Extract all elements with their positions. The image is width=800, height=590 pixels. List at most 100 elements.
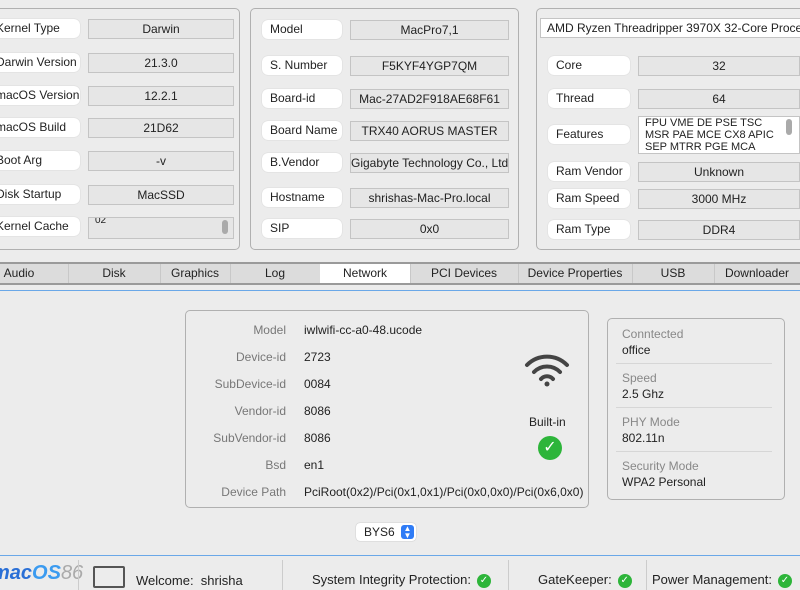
builtin-check-icon: ✓ xyxy=(538,436,562,460)
board-value: 0x0 xyxy=(350,219,509,239)
network-field-label: Device Path xyxy=(221,485,286,499)
system-value: -v xyxy=(88,151,234,171)
system-value: 21D62 xyxy=(88,118,234,138)
welcome-text: Welcome: shrisha xyxy=(136,573,243,588)
system-value: MacSSD xyxy=(88,185,234,205)
system-value: 02 xyxy=(88,217,234,239)
board-label: Hostname xyxy=(262,188,342,207)
welcome-label: Welcome: xyxy=(136,573,194,588)
cpu-label: Ram Type xyxy=(548,220,630,239)
network-field-value: 2723 xyxy=(304,350,331,364)
separator xyxy=(78,560,79,590)
scrollbar-thumb[interactable] xyxy=(786,119,792,135)
builtin-label: Built-in xyxy=(529,415,566,429)
system-label: Kernel Type xyxy=(0,19,80,38)
tab-usb[interactable]: USB xyxy=(632,264,715,283)
info-value: office xyxy=(622,343,651,357)
power-check-icon: ✓ xyxy=(777,573,792,588)
tab-disk[interactable]: Disk xyxy=(68,264,161,283)
board-label: SIP xyxy=(262,219,342,238)
laptop-icon xyxy=(93,566,125,588)
app-logo: macOS86 xyxy=(0,562,84,584)
system-label: macOS Build xyxy=(0,118,80,137)
board-label: Model xyxy=(262,20,342,39)
network-field-label: Vendor-id xyxy=(234,404,286,418)
tab-pci-devices[interactable]: PCI Devices xyxy=(410,264,519,283)
interface-selector[interactable]: BYS6 ▲ ▼ xyxy=(356,523,416,541)
separator xyxy=(646,560,647,590)
gatekeeper-check-icon: ✓ xyxy=(617,573,632,588)
tab-log[interactable]: Log xyxy=(230,264,321,283)
info-value: WPA2 Personal xyxy=(622,475,706,489)
network-field-label: Device-id xyxy=(235,350,286,364)
info-value: 2.5 Ghz xyxy=(622,387,665,401)
cpu-label: Thread xyxy=(548,89,630,108)
network-panel: Built-in ✓ Model iwlwifi-cc-a0-48.ucode De… xyxy=(185,310,589,508)
board-value: Mac-27AD2F918AE68F61 xyxy=(350,89,509,109)
info-value: 802.11n xyxy=(622,431,665,445)
info-label: Conntected xyxy=(622,327,684,341)
network-field-value: 0084 xyxy=(304,377,331,391)
board-value: F5KYF4YGP7QM xyxy=(350,56,509,76)
board-value: shrishas-Mac-Pro.local xyxy=(350,188,509,208)
network-field-value: 8086 xyxy=(304,404,331,418)
network-field-value: 8086 xyxy=(304,431,331,445)
board-value: Gigabyte Technology Co., Ltd. xyxy=(350,153,509,173)
cpu-value: Unknown xyxy=(638,162,800,182)
cpu-name: AMD Ryzen Threadripper 3970X 32-Core Pro… xyxy=(540,18,800,38)
wifi-icon xyxy=(524,351,570,390)
sip-check-icon: ✓ xyxy=(476,573,491,588)
tab-downloader[interactable]: Downloader xyxy=(714,264,800,283)
network-field-value: PciRoot(0x2)/Pci(0x1,0x1)/Pci(0x0,0x0)/P… xyxy=(304,485,584,499)
board-value: TRX40 AORUS MASTER xyxy=(350,121,509,141)
cpu-value: FPU VME DE PSE TSC MSR PAE MCE CX8 APIC … xyxy=(638,116,800,154)
system-value: 12.2.1 xyxy=(88,86,234,106)
cpu-label: Ram Speed xyxy=(548,189,630,208)
cpu-label: Ram Vendor xyxy=(548,162,630,181)
tab-network[interactable]: Network xyxy=(320,264,411,283)
user-name: shrisha xyxy=(200,573,243,588)
network-field-label: Model xyxy=(253,323,286,337)
cpu-value: DDR4 xyxy=(638,220,800,240)
system-label: Boot Arg xyxy=(0,151,80,170)
info-label: PHY Mode xyxy=(622,415,680,429)
divider xyxy=(616,363,772,364)
info-label: Speed xyxy=(622,371,657,385)
cpu-label: Core xyxy=(548,56,630,75)
info-label: Security Mode xyxy=(622,459,699,473)
board-value: MacPro7,1 xyxy=(350,20,509,40)
gatekeeper-status: GateKeeper: ✓ xyxy=(538,572,632,588)
system-label: Kernel Cache xyxy=(0,217,80,236)
board-label: Board-id xyxy=(262,89,342,108)
power-management-status: Power Management: ✓ xyxy=(652,572,792,588)
system-label: Darwin Version xyxy=(0,53,80,72)
cpu-value: 32 xyxy=(638,56,800,76)
cpu-value: 3000 MHz xyxy=(638,189,800,209)
power-label: Power Management: xyxy=(652,572,772,587)
divider xyxy=(616,451,772,452)
divider xyxy=(616,407,772,408)
network-field-label: SubVendor-id xyxy=(213,431,286,445)
connection-info-panel: Conntected office Speed 2.5 Ghz PHY Mode 802.… xyxy=(607,318,785,500)
cpu-value: 64 xyxy=(638,89,800,109)
separator xyxy=(282,560,283,590)
sip-status: System Integrity Protection: ✓ xyxy=(312,572,491,588)
status-bar-divider xyxy=(0,555,800,556)
sip-label: System Integrity Protection: xyxy=(312,572,471,587)
tab-device-properties[interactable]: Device Properties xyxy=(518,264,633,283)
board-label: Board Name xyxy=(262,121,342,140)
network-field-value: iwlwifi-cc-a0-48.ucode xyxy=(304,323,423,337)
system-value: 21.3.0 xyxy=(88,53,234,73)
scrollbar-thumb[interactable] xyxy=(222,220,228,234)
tab-graphics[interactable]: Graphics xyxy=(160,264,231,283)
tab-bar: Audio Disk Graphics Log Network PCI Devices De… xyxy=(0,262,800,285)
tab-divider xyxy=(0,290,800,291)
cpu-label: Features xyxy=(548,125,630,144)
interface-selector-value: BYS6 xyxy=(364,525,395,539)
separator xyxy=(508,560,509,590)
board-label: B.Vendor xyxy=(262,153,342,172)
tab-audio[interactable]: Audio xyxy=(0,264,69,283)
system-label: Disk Startup xyxy=(0,185,80,204)
network-field-label: SubDevice-id xyxy=(214,377,286,391)
system-value: Darwin xyxy=(88,19,234,39)
